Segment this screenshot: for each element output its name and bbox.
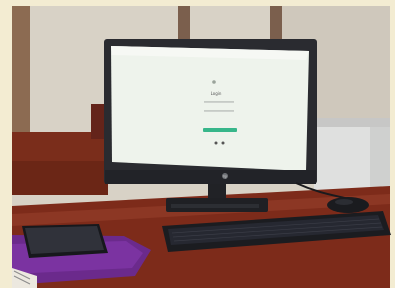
mouse-highlight bbox=[335, 199, 353, 205]
screen-input-1 bbox=[204, 101, 234, 103]
screen-icon-1 bbox=[214, 141, 218, 145]
screen-login-title: Login bbox=[210, 91, 222, 96]
photo-scene: hp bbox=[0, 0, 395, 288]
monitor-base-highlight bbox=[171, 204, 259, 208]
hp-logo-text: hp bbox=[223, 175, 227, 179]
monitor-chin bbox=[105, 170, 316, 184]
window-frame-left bbox=[12, 6, 30, 134]
desk-photo: hp Login bbox=[0, 0, 395, 288]
screen-icon-2 bbox=[221, 141, 225, 145]
monitor-screen bbox=[111, 46, 309, 171]
screen-login-button bbox=[203, 128, 237, 132]
cabinet-front bbox=[12, 161, 108, 195]
screen-logo bbox=[212, 80, 216, 84]
monitor-neck bbox=[208, 184, 226, 198]
window-frame-center bbox=[178, 6, 190, 44]
screen-input-2 bbox=[204, 110, 234, 112]
smartphone-screen bbox=[25, 226, 104, 254]
printer-top bbox=[314, 118, 390, 127]
